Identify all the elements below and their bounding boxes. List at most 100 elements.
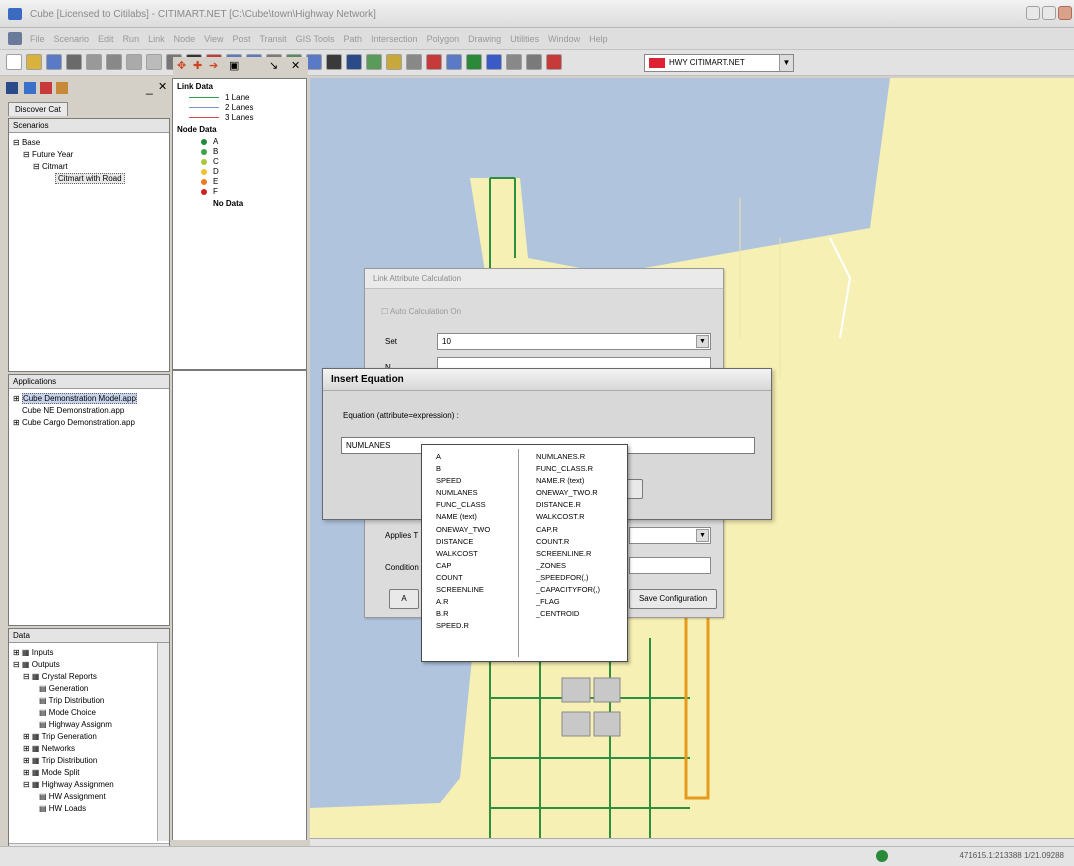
tree-item[interactable]: ▤ Trip Distribution [13,695,114,707]
menu-item[interactable]: File [30,34,45,44]
tree-item[interactable]: ⊞ ▦ Trip Generation [13,731,114,743]
tab-discover-cat[interactable]: Discover Cat [8,102,68,116]
attribute-option[interactable]: CAP [436,560,490,572]
attribute-option[interactable]: FUNC_CLASS.R [536,463,600,475]
arrow-right-icon[interactable]: ➔ [209,59,218,72]
toolbar-icon[interactable] [146,54,162,70]
attribute-option[interactable]: _SPEEDFOR(,) [536,572,600,584]
toolbar-icon[interactable] [466,54,482,70]
legend-close-icon[interactable]: ✕ [291,59,300,72]
attribute-option[interactable]: NAME (text) [436,511,490,523]
attribute-option[interactable]: A.R [436,596,490,608]
toolbar-icon[interactable] [106,54,122,70]
toolbar-icon[interactable] [306,54,322,70]
attribute-option[interactable]: _ZONES [536,560,600,572]
toolbar-icon[interactable] [66,54,82,70]
attribute-option[interactable]: ONEWAY_TWO.R [536,487,600,499]
tree-item[interactable]: ▤ HW Loads [13,803,114,815]
list-item[interactable]: Cube NE Demonstration.app [13,405,137,417]
tree-item[interactable]: ⊞ ▦ Mode Split [13,767,114,779]
tree-item[interactable]: ▤ Generation [13,683,114,695]
attribute-option[interactable]: FUNC_CLASS [436,499,490,511]
attribute-option[interactable]: _FLAG [536,596,600,608]
attribute-option[interactable]: NUMLANES [436,487,490,499]
toolbar-icon[interactable] [346,54,362,70]
attribute-option[interactable]: WALKCOST [436,548,490,560]
applies-select[interactable]: ▼ [629,527,711,544]
menu-item[interactable]: Intersection [371,34,418,44]
tree-item[interactable]: ⊞ ▦ Networks [13,743,114,755]
menu-item[interactable]: Node [174,34,196,44]
attribute-option[interactable]: COUNT [436,572,490,584]
toolbar-icon[interactable] [386,54,402,70]
toolbar-icon[interactable] [46,54,62,70]
tree-item[interactable]: ⊟ Base [13,137,125,149]
tree-item[interactable]: ▤ Highway Assignm [13,719,114,731]
condition-field[interactable] [629,557,711,574]
toolbar-icon[interactable] [326,54,342,70]
minimize-button[interactable] [1026,6,1040,20]
attribute-option[interactable]: COUNT.R [536,536,600,548]
attribute-option[interactable]: SCREENLINE.R [536,548,600,560]
tree-item[interactable]: ▤ Mode Choice [13,707,114,719]
tree-item[interactable]: ⊞ ▦ Inputs [13,647,114,659]
menu-item[interactable]: Help [589,34,608,44]
close-button[interactable] [1058,6,1072,20]
chevron-down-icon[interactable]: ▼ [696,529,709,542]
toolbar-icon[interactable] [126,54,142,70]
tree-item[interactable]: ▤ HW Assignment [13,791,114,803]
arrow-left-icon[interactable]: ✥ [177,59,186,72]
auto-calc-checkbox[interactable]: ☐ Auto Calculation On [381,307,461,316]
scenario-copy-icon[interactable] [56,82,68,94]
save-icon[interactable] [6,82,18,94]
menu-item[interactable]: Path [344,34,363,44]
tree-item[interactable]: ⊟ Citmart [13,161,125,173]
map-scrollbar[interactable] [310,838,1074,846]
menu-item[interactable]: Edit [98,34,114,44]
toolbar-icon[interactable] [506,54,522,70]
toolbar-icon[interactable] [366,54,382,70]
attribute-option[interactable]: NUMLANES.R [536,451,600,463]
set-select[interactable]: 10 ▼ [437,333,711,350]
attribute-option[interactable]: B.R [436,608,490,620]
menu-item[interactable]: Run [123,34,140,44]
tree-item[interactable]: ⊟ ▦ Crystal Reports [13,671,114,683]
attribute-option[interactable]: CAP.R [536,524,600,536]
menu-item[interactable]: Post [232,34,250,44]
attribute-option[interactable]: SPEED.R [436,620,490,632]
toolbar-icon[interactable] [486,54,502,70]
scenario-run-icon[interactable] [40,82,52,94]
list-item[interactable]: ⊞ Cube Cargo Demonstration.app [13,417,137,429]
toolbar-icon[interactable] [86,54,102,70]
toolbar-icon[interactable] [426,54,442,70]
vertical-scrollbar[interactable] [157,643,169,841]
attribute-option[interactable]: A [436,451,490,463]
legend-select-icon[interactable]: ▣ [229,59,239,72]
toolbar-icon[interactable] [6,54,22,70]
arrow-down-icon[interactable]: ✚ [193,59,202,72]
curve-icon[interactable]: ↘ [269,59,278,72]
menu-item[interactable]: GIS Tools [296,34,335,44]
menu-item[interactable]: Drawing [468,34,501,44]
toolbar-icon[interactable] [546,54,562,70]
attribute-option[interactable]: SCREENLINE [436,584,490,596]
attribute-option[interactable]: DISTANCE.R [536,499,600,511]
toolbar-icon[interactable] [406,54,422,70]
tree-item[interactable]: ⊟ Future Year [13,149,125,161]
tree-item[interactable]: ⊞ ▦ Trip Distribution [13,755,114,767]
tree-item[interactable]: ⊟ ▦ Highway Assignmen [13,779,114,791]
maximize-button[interactable] [1042,6,1056,20]
menu-item[interactable]: Scenario [54,34,90,44]
menu-item[interactable]: Transit [259,34,286,44]
attribute-option[interactable]: _CENTROID [536,608,600,620]
list-item[interactable]: ⊞ Cube Demonstration Model.app [13,393,137,405]
chevron-down-icon[interactable]: ▼ [696,335,709,348]
attribute-option[interactable]: WALKCOST.R [536,511,600,523]
save-configuration-button[interactable]: Save Configuration [629,589,717,609]
menu-item[interactable]: Link [148,34,165,44]
tree-item[interactable]: ⊟ ▦ Outputs [13,659,114,671]
menu-item[interactable]: Utilities [510,34,539,44]
attribute-option[interactable]: SPEED [436,475,490,487]
menu-item[interactable]: View [204,34,223,44]
menu-item[interactable]: Polygon [427,34,460,44]
